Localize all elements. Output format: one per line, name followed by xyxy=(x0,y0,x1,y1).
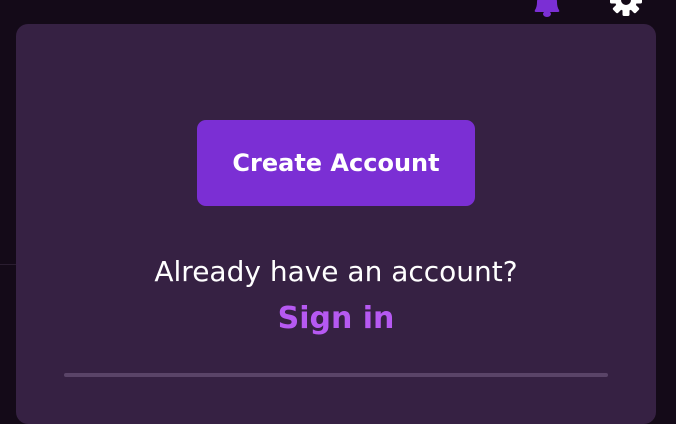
bell-icon[interactable] xyxy=(530,0,564,18)
sign-in-link[interactable]: Sign in xyxy=(16,297,656,341)
gear-icon[interactable] xyxy=(606,0,646,20)
already-have-account-text: Already have an account? xyxy=(154,255,518,288)
auth-panel: Create Account Already have an account? … xyxy=(16,24,656,424)
create-account-button[interactable]: Create Account xyxy=(197,120,475,206)
top-bar xyxy=(0,0,676,24)
panel-divider xyxy=(64,373,608,377)
background-divider xyxy=(0,264,16,265)
